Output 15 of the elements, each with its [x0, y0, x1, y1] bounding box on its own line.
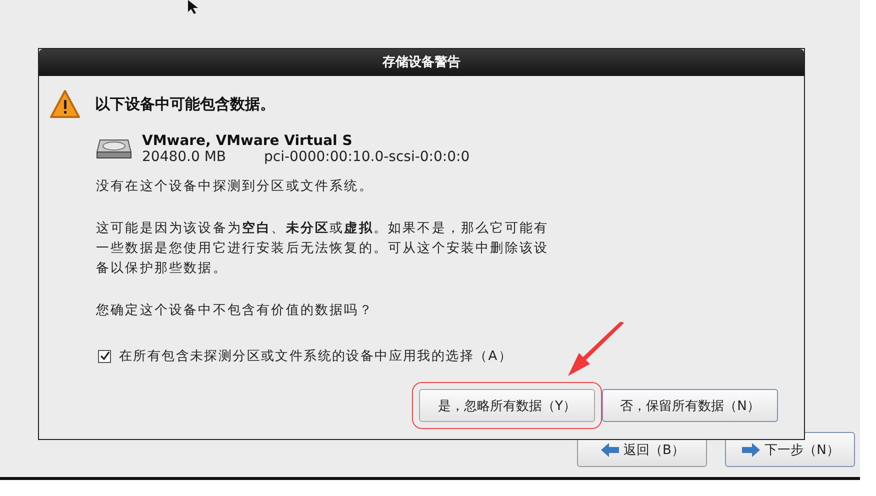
message-text: 这可能是因为该设备为空白、未分区或虚拟。如果不是，那么它可能有一些数据是您使用它进行安装后无法恢复的。可从这个安装中删除该设备以保护那些数据。 [96, 220, 550, 278]
device-path: pci-0000:00:10.0-scsi-0:0:0:0 [264, 149, 470, 165]
right-arrow-icon [740, 442, 761, 458]
keep-data-button[interactable]: 否，保留所有数据（N） [602, 389, 778, 422]
warning-heading: 以下设备中可能包含数据。 [95, 94, 275, 114]
message-text: 您确定这个设备中不包含有价值的数据吗？ [96, 302, 374, 320]
device-size: 20480.0 MB [142, 149, 226, 165]
checkbox-label[interactable]: 在所有包含未探测分区或文件系统的设备中应用我的选择（A） [119, 347, 512, 365]
device-name: VMware, VMware Virtual S [142, 133, 354, 149]
checkbox[interactable] [98, 350, 111, 362]
annotation-arrow [566, 322, 626, 378]
dialog-title: 存储设备警告 [39, 49, 804, 76]
message-text: 没有在这个设备中探测到分区或文件系统。 [96, 178, 374, 196]
left-arrow-icon [600, 442, 620, 458]
warning-icon [49, 89, 81, 119]
